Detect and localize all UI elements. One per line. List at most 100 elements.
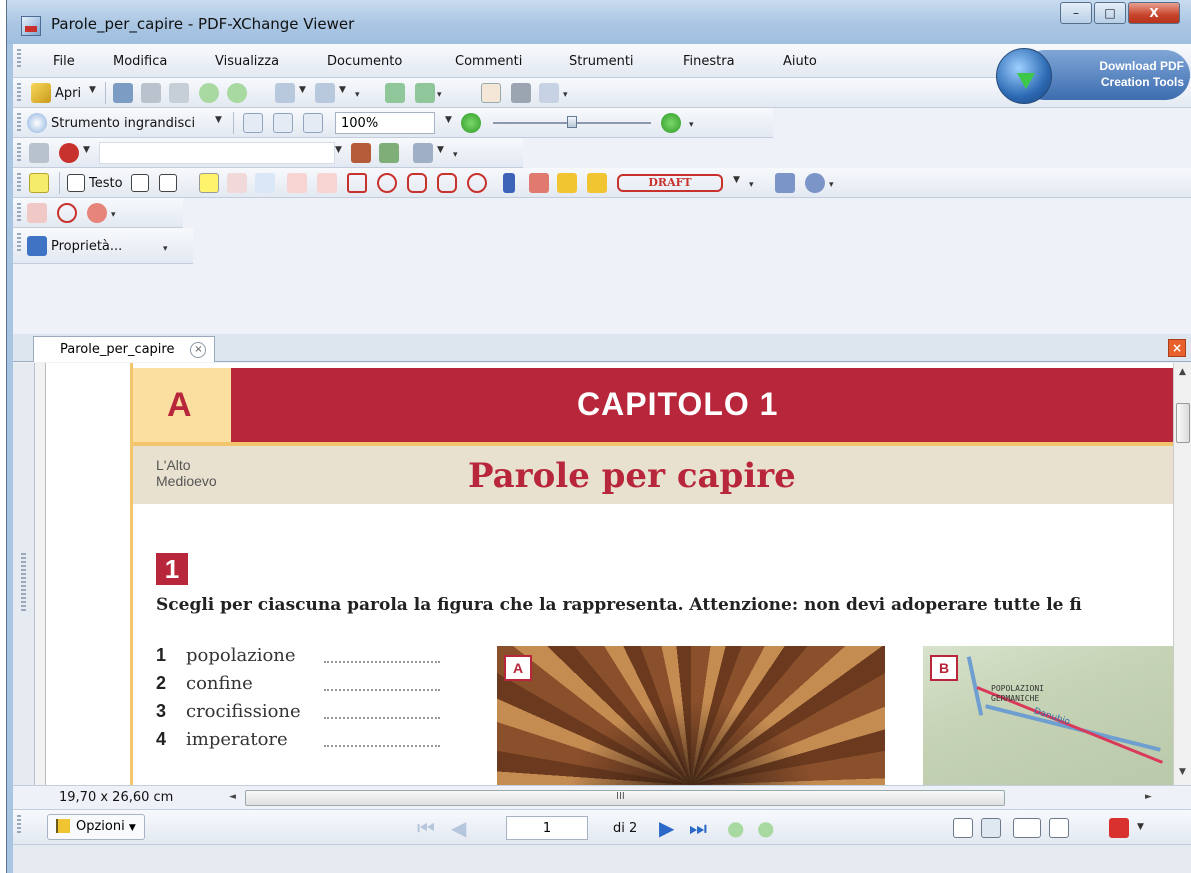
email-icon[interactable] <box>169 83 189 103</box>
search-input[interactable] <box>99 142 335 164</box>
toolbar-grip[interactable] <box>17 113 21 133</box>
menu-commenti[interactable]: Commenti <box>455 54 522 69</box>
open-dropdown-arrow[interactable]: ▼ <box>89 85 96 95</box>
toolbar-grip[interactable] <box>17 83 21 103</box>
toolbar-grip[interactable] <box>17 233 21 253</box>
snapshot-camera-icon[interactable] <box>511 83 531 103</box>
redo-icon[interactable] <box>315 83 335 103</box>
close-tab-icon[interactable]: × <box>190 342 207 358</box>
continuous-page-icon[interactable] <box>981 818 1001 838</box>
first-page-icon[interactable]: ⏮ <box>417 818 435 838</box>
toolbar-chevron[interactable]: ▾ <box>749 180 754 190</box>
tab-parole-per-capire[interactable]: Parole_per_capire × <box>33 336 216 362</box>
polygon-area-icon[interactable] <box>87 203 107 223</box>
toolbar-chevron[interactable]: ▾ <box>689 120 694 130</box>
scroll-right-arrow[interactable]: ► <box>1145 792 1152 802</box>
toolbar-chevron[interactable]: ▾ <box>563 90 568 100</box>
next-view-icon[interactable]: ● <box>757 818 774 838</box>
highlight-text-icon[interactable] <box>199 173 219 193</box>
toolbar-chevron[interactable]: ▾ <box>437 90 442 100</box>
document-viewport[interactable]: A CAPITOLO 1 L'Alto Medioevo Parole per … <box>13 363 1191 785</box>
toolbar-grip[interactable] <box>17 815 21 835</box>
options-dropdown-arrow[interactable]: ▼ <box>129 823 136 833</box>
scroll-down-arrow[interactable]: ▼ <box>1179 767 1186 777</box>
forward-icon[interactable] <box>227 83 247 103</box>
stamp-dropdown-arrow[interactable]: ▼ <box>733 175 740 185</box>
horizontal-scroll-thumb[interactable]: III <box>245 790 1005 806</box>
link-arrow-icon[interactable] <box>27 203 47 223</box>
polygon-line-tool-icon[interactable] <box>407 173 427 193</box>
zoom-level-dropdown-arrow[interactable]: ▼ <box>445 115 452 125</box>
undo-icon[interactable] <box>275 83 295 103</box>
open-button-label[interactable]: Apri <box>55 86 81 101</box>
menu-aiuto[interactable]: Aiuto <box>783 54 817 69</box>
polygon-tool-icon[interactable] <box>437 173 457 193</box>
toolbar-chevron[interactable]: ▾ <box>111 210 116 220</box>
toolbar-grip[interactable] <box>17 173 21 193</box>
current-page-input[interactable]: 1 <box>506 816 588 840</box>
globe-download-icon[interactable] <box>996 48 1052 104</box>
fit-width-icon[interactable] <box>303 113 323 133</box>
vertical-scroll-thumb[interactable] <box>1176 403 1190 443</box>
filter-icon[interactable] <box>413 143 433 163</box>
ellipse-tool-icon[interactable] <box>377 173 397 193</box>
toolbar-chevron[interactable]: ▾ <box>829 180 834 190</box>
underline-text-icon[interactable] <box>255 173 275 193</box>
ask-icon[interactable] <box>59 143 79 163</box>
draft-stamp-preview[interactable]: DRAFT <box>617 174 723 192</box>
measure-area-icon[interactable] <box>805 173 825 193</box>
pencil-tool-icon[interactable] <box>529 173 549 193</box>
side-panel-splitter[interactable] <box>13 363 35 785</box>
previous-page-icon[interactable]: ◀ <box>451 818 466 838</box>
last-page-icon[interactable]: ⏭ <box>689 818 707 838</box>
menu-visualizza[interactable]: Visualizza <box>215 54 279 69</box>
sticky-note-icon[interactable] <box>29 173 49 193</box>
next-page-icon[interactable]: ▶ <box>659 818 674 838</box>
single-page-icon[interactable] <box>953 818 973 838</box>
minimize-button[interactable]: – <box>1060 2 1092 24</box>
menu-strumenti[interactable]: Strumenti <box>569 54 634 69</box>
properties-icon[interactable] <box>27 236 47 256</box>
zoom-tool-label[interactable]: Strumento ingrandisci <box>51 116 195 131</box>
toolbar-chevron[interactable]: ▾ <box>163 244 168 254</box>
menu-documento[interactable]: Documento <box>327 54 402 69</box>
print-icon[interactable] <box>141 83 161 103</box>
download-promo-text[interactable]: Download PDF Creation Tools <box>1062 58 1184 90</box>
toolbar-chevron[interactable]: ▾ <box>453 150 458 160</box>
fit-page-icon[interactable] <box>273 113 293 133</box>
open-folder-icon[interactable] <box>31 83 51 103</box>
menu-file[interactable]: File <box>53 54 75 69</box>
search-dropdown-arrow[interactable]: ▼ <box>335 145 342 155</box>
options-button[interactable]: Opzioni ▼ <box>47 814 145 840</box>
eraser-tool-icon[interactable] <box>557 173 577 193</box>
zoom-tool-dropdown-arrow[interactable]: ▼ <box>215 115 222 125</box>
vertical-scrollbar[interactable]: ▲ ▼ <box>1173 363 1191 785</box>
maximize-button[interactable]: □ <box>1094 2 1126 24</box>
rectangle-tool-icon[interactable] <box>347 173 367 193</box>
pdf-dropdown-arrow[interactable]: ▼ <box>1137 822 1144 832</box>
previous-view-icon[interactable]: ● <box>727 818 744 838</box>
continuous-facing-icon[interactable] <box>1049 818 1069 838</box>
facing-pages-icon[interactable] <box>1013 818 1041 838</box>
menu-modifica[interactable]: Modifica <box>113 54 167 69</box>
close-document-icon[interactable]: × <box>1168 339 1186 357</box>
search-pdf-icon[interactable] <box>379 143 399 163</box>
strikeout-text-icon[interactable] <box>227 173 247 193</box>
rotate-right-icon[interactable] <box>415 83 435 103</box>
title-bar[interactable]: Parole_per_capire - PDF-XChange Viewer –… <box>7 0 1191 44</box>
search-web-icon[interactable] <box>351 143 371 163</box>
close-window-button[interactable]: X <box>1128 2 1180 24</box>
pdf-icon[interactable] <box>1109 818 1129 838</box>
zoom-slider-thumb[interactable] <box>567 116 577 128</box>
select-text-icon[interactable] <box>539 83 559 103</box>
zoom-level-combo[interactable]: 100% <box>335 112 435 134</box>
properties-label[interactable]: Proprietà... <box>51 239 122 254</box>
back-icon[interactable] <box>199 83 219 103</box>
redo-dropdown-arrow[interactable]: ▼ <box>339 85 346 95</box>
undo-dropdown-arrow[interactable]: ▼ <box>299 85 306 95</box>
scroll-left-arrow[interactable]: ◄ <box>229 792 236 802</box>
zoom-out-icon[interactable] <box>461 113 481 133</box>
pdf-page[interactable]: A CAPITOLO 1 L'Alto Medioevo Parole per … <box>45 363 1173 785</box>
cloud-tool-icon[interactable] <box>467 173 487 193</box>
ask-dropdown-arrow[interactable]: ▼ <box>83 145 90 155</box>
